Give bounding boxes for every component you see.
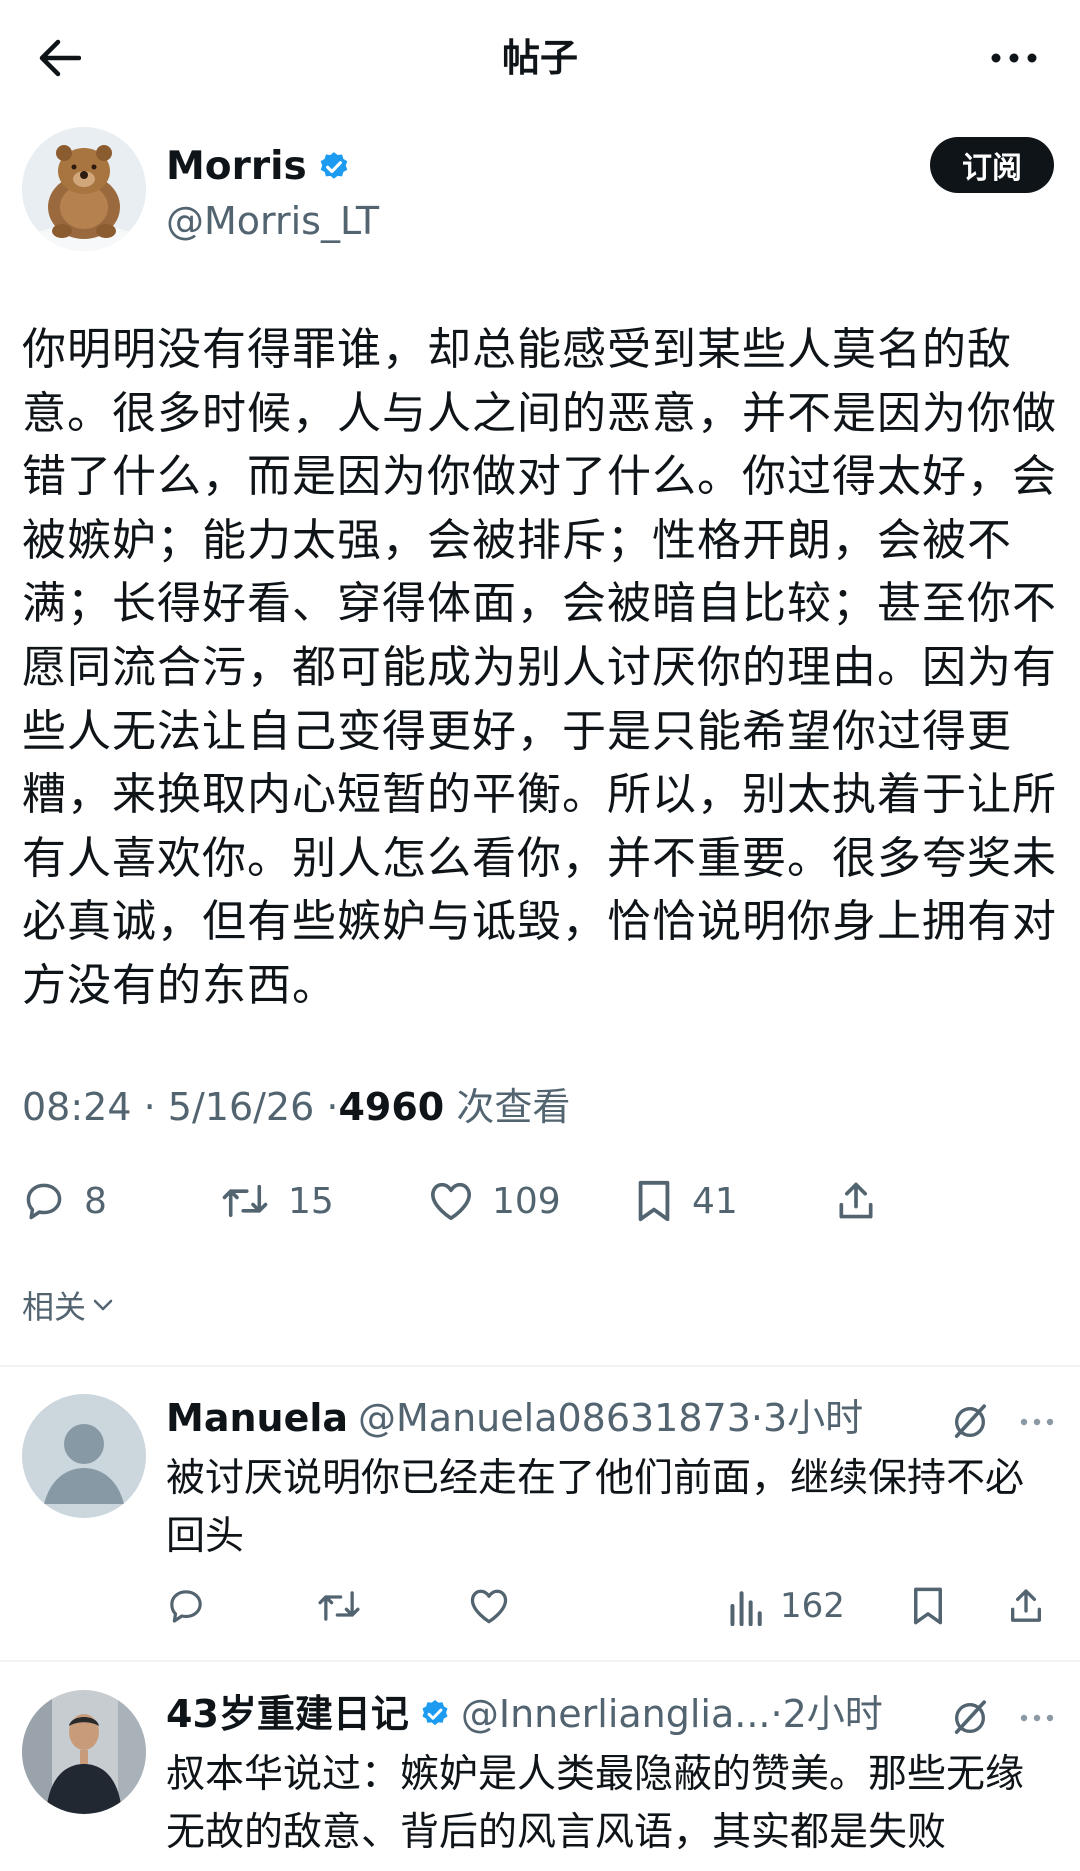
reply-header: 43岁重建日记 @Innerlianglia... · 2小时 (166, 1690, 906, 1738)
related-label: 相关 (22, 1288, 87, 1326)
reply-like-button[interactable] (468, 1576, 510, 1636)
reply-text: 被讨厌说明你已经走在了他们前面，继续保持不必回头 (166, 1456, 1025, 1559)
share-icon (1006, 1586, 1046, 1626)
author-avatar[interactable] (22, 127, 146, 251)
verified-badge-icon (419, 1698, 451, 1730)
heart-icon (428, 1179, 474, 1223)
reply-item[interactable]: 43岁重建日记 @Innerlianglia... · 2小时 叔本华说过：嫉妒… (0, 1690, 1080, 1871)
bear-avatar-image (22, 127, 146, 251)
repost-icon (220, 1179, 270, 1223)
divider (0, 1365, 1080, 1367)
person-photo-avatar (22, 1690, 146, 1814)
more-dots-icon (1020, 1714, 1054, 1722)
more-dots-icon (991, 53, 1037, 63)
author-handle[interactable]: @Morris_LT (166, 197, 379, 245)
reply-repost-button[interactable] (316, 1576, 362, 1636)
reply-separator: · (750, 1396, 763, 1440)
page-title: 帖子 (501, 36, 578, 80)
post-date: 5/16/26 (167, 1085, 315, 1129)
reply-time[interactable]: 3小时 (763, 1394, 863, 1442)
repost-button[interactable]: 15 (220, 1166, 334, 1236)
post-time: 08:24 (22, 1085, 132, 1129)
default-avatar-icon (22, 1394, 146, 1518)
reply-text: 叔本华说过：嫉妒是人类最隐蔽的赞美。那些无缘无故的敌意、背后的风言风语，其实都是… (166, 1752, 1025, 1855)
reply-separator: · (770, 1692, 783, 1736)
reply-more-button[interactable] (1010, 1694, 1064, 1742)
meta-separator: · (143, 1085, 156, 1129)
analytics-bars-icon (728, 1586, 766, 1626)
reply-views-count: 162 (780, 1586, 845, 1626)
reply-avatar[interactable] (22, 1394, 146, 1518)
repost-count: 15 (288, 1180, 334, 1222)
like-button[interactable]: 109 (428, 1166, 561, 1236)
bookmark-count: 41 (692, 1180, 738, 1222)
chevron-down-icon (92, 1298, 114, 1312)
like-count: 109 (492, 1180, 561, 1222)
more-options-button[interactable] (984, 30, 1044, 86)
reply-author-name[interactable]: Manuela (166, 1394, 348, 1442)
related-dropdown[interactable]: 相关 (22, 1282, 114, 1328)
reply-icon (166, 1586, 206, 1626)
views-count[interactable]: 4960 (338, 1085, 444, 1129)
verified-badge-icon (317, 150, 351, 184)
reply-bookmark-button[interactable] (910, 1576, 946, 1636)
author-name-row[interactable]: Morris (166, 143, 351, 191)
reply-reply-button[interactable] (166, 1576, 206, 1636)
reply-header: Manuela @Manuela08631873 · 3小时 (166, 1394, 906, 1442)
grok-button[interactable] (946, 1398, 994, 1446)
reply-views-button[interactable]: 162 (728, 1576, 845, 1636)
reply-item[interactable]: Manuela @Manuela08631873 · 3小时 被讨厌说明你已经走… (0, 1394, 1080, 1664)
grok-icon (950, 1402, 990, 1442)
bookmark-icon (910, 1585, 946, 1627)
reply-action-bar: 162 (166, 1576, 1066, 1636)
post-action-bar: 8 15 109 41 (22, 1166, 1058, 1236)
divider (0, 1660, 1080, 1662)
reply-time[interactable]: 2小时 (783, 1690, 883, 1738)
reply-button[interactable]: 8 (22, 1166, 107, 1236)
subscribe-button[interactable]: 订阅 (930, 137, 1054, 193)
post-meta: 08:24 · 5/16/26 ·4960 次查看 (22, 1082, 570, 1132)
share-button[interactable] (834, 1166, 878, 1236)
reply-icon (22, 1179, 66, 1223)
top-bar: 帖子 (0, 0, 1080, 118)
reply-avatar[interactable] (22, 1690, 146, 1814)
post-text: 你明明没有得罪谁，却总能感受到某些人莫名的敌意。很多时候，人与人之间的恶意，并不… (22, 324, 1057, 1011)
views-label[interactable]: 次查看 (456, 1085, 570, 1129)
author-name: Morris (166, 144, 307, 189)
more-dots-icon (1020, 1418, 1054, 1426)
bookmark-icon (634, 1178, 674, 1224)
meta-separator: · (326, 1085, 339, 1129)
repost-icon (316, 1586, 362, 1626)
bookmark-button[interactable]: 41 (634, 1166, 738, 1236)
reply-more-button[interactable] (1010, 1398, 1064, 1446)
heart-icon (468, 1586, 510, 1626)
back-button[interactable] (30, 28, 90, 88)
grok-button[interactable] (946, 1694, 994, 1742)
reply-author-handle[interactable]: @Innerlianglia... (461, 1690, 771, 1738)
post-author: Morris @Morris_LT 订阅 (22, 127, 1062, 257)
reply-author-name[interactable]: 43岁重建日记 (166, 1690, 409, 1738)
grok-icon (950, 1698, 990, 1738)
reply-count: 8 (84, 1180, 107, 1222)
share-icon (834, 1179, 878, 1223)
reply-author-handle[interactable]: @Manuela08631873 (358, 1394, 751, 1442)
arrow-left-icon (39, 39, 81, 77)
reply-share-button[interactable] (1006, 1576, 1046, 1636)
